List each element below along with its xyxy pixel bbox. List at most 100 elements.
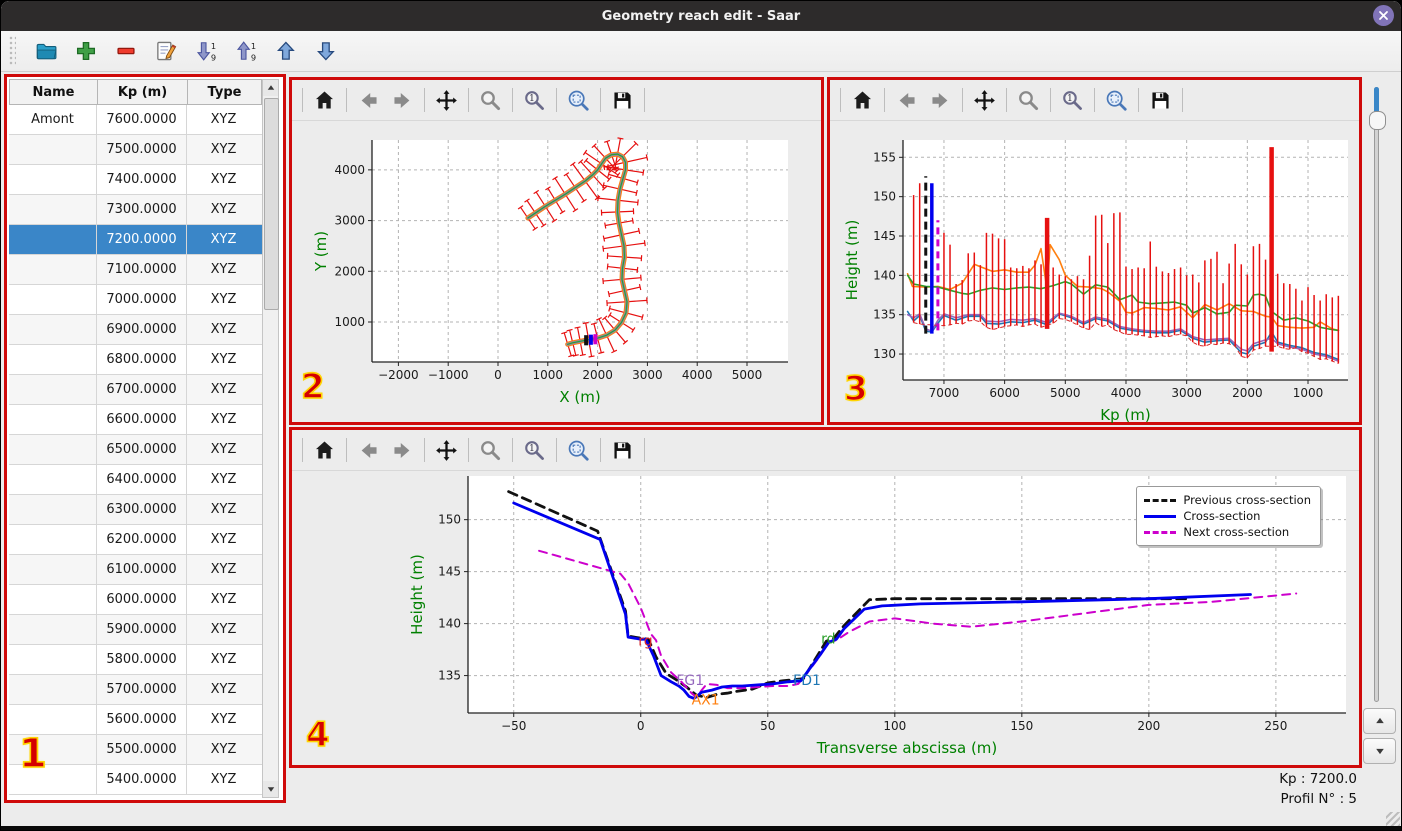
table-cell-kp: 6000.0000	[97, 585, 187, 614]
table-header: Name Kp (m) Type	[9, 79, 262, 105]
pan-button[interactable]	[434, 438, 459, 463]
toolbar-grip-handle[interactable]	[9, 36, 16, 66]
save-button[interactable]	[1148, 88, 1173, 113]
table-row[interactable]: 7200.0000 XYZ	[9, 225, 262, 255]
forward-button[interactable]	[390, 88, 415, 113]
zoom-rect-icon	[1106, 89, 1127, 111]
table-cell-name	[9, 675, 97, 704]
zoom-button[interactable]	[478, 88, 503, 113]
back-button[interactable]	[356, 88, 381, 113]
table-row[interactable]: 6000.0000 XYZ	[9, 585, 262, 615]
table-cell-type: XYZ	[210, 442, 237, 457]
svg-text:rd: rd	[821, 631, 835, 647]
table-row[interactable]: 7500.0000 XYZ	[9, 135, 262, 165]
table-row[interactable]: 7100.0000 XYZ	[9, 255, 262, 285]
table-row[interactable]: 6600.0000 XYZ	[9, 405, 262, 435]
table-row[interactable]: 7400.0000 XYZ	[9, 165, 262, 195]
table-cell-name	[9, 165, 97, 194]
scroll-down-button[interactable]	[263, 781, 278, 797]
table-row[interactable]: 5900.0000 XYZ	[9, 615, 262, 645]
toolbar-separator	[884, 88, 885, 112]
open-file-icon	[36, 43, 57, 60]
add-profile-icon	[76, 41, 96, 61]
zoom-button[interactable]	[478, 438, 503, 463]
table-row[interactable]: 6400.0000 XYZ	[9, 465, 262, 495]
zoom-rect-button[interactable]	[566, 88, 591, 113]
save-button[interactable]	[610, 88, 635, 113]
title-bar[interactable]: Geometry reach edit - Saar	[1, 1, 1401, 31]
remove-profile-button[interactable]	[114, 39, 138, 63]
table-row[interactable]: 6200.0000 XYZ	[9, 525, 262, 555]
close-button[interactable]	[1373, 5, 1394, 26]
plan-view-chart[interactable]: −2000 −1000 0 1000 2000 3000 4000 5000 1000 2000 3…	[292, 121, 821, 423]
triangle-up-icon	[267, 85, 274, 90]
toolbar-separator	[424, 438, 425, 462]
open-file-button[interactable]	[34, 39, 58, 63]
table-row[interactable]: 5800.0000 XYZ	[9, 645, 262, 675]
table-row[interactable]: 6800.0000 XYZ	[9, 345, 262, 375]
svg-text:0: 0	[494, 368, 502, 382]
table-cell-type: XYZ	[210, 172, 237, 187]
table-row[interactable]: 7300.0000 XYZ	[9, 195, 262, 225]
profile-slider[interactable]	[1368, 87, 1386, 702]
edit-profile-button[interactable]	[154, 39, 178, 63]
longitudinal-panel: 7000 6000 5000 4000 3000 2000 1000 130 135 140 145…	[827, 77, 1362, 425]
scroll-up-button[interactable]	[263, 80, 278, 96]
sort-ascending-button[interactable]	[234, 39, 258, 63]
svg-text:5000: 5000	[732, 368, 763, 382]
table-cell-type: XYZ	[210, 502, 237, 517]
table-cell-type: XYZ	[210, 382, 237, 397]
move-down-button[interactable]	[314, 39, 338, 63]
zoom-rect-button[interactable]	[1104, 88, 1129, 113]
header-kp[interactable]: Kp (m)	[98, 80, 188, 104]
table-cell-kp: 7000.0000	[97, 285, 187, 314]
sort-descending-button[interactable]	[194, 39, 218, 63]
table-row[interactable]: 6100.0000 XYZ	[9, 555, 262, 585]
back-button[interactable]	[894, 88, 919, 113]
slider-track[interactable]	[1374, 87, 1379, 702]
table-scrollbar[interactable]	[262, 79, 279, 798]
longitudinal-chart[interactable]: 7000 6000 5000 4000 3000 2000 1000 130 135 140 145…	[830, 121, 1359, 423]
header-type[interactable]: Type	[188, 80, 261, 104]
table-cell-name	[9, 315, 97, 344]
zoom-one-button[interactable]	[1060, 88, 1085, 113]
table-row[interactable]: 6700.0000 XYZ	[9, 375, 262, 405]
zoom-one-button[interactable]	[522, 88, 547, 113]
scrollbar-thumb[interactable]	[264, 98, 279, 310]
zoom-button[interactable]	[1016, 88, 1041, 113]
toolbar-separator	[556, 438, 557, 462]
pan-button[interactable]	[972, 88, 997, 113]
zoom-icon	[480, 90, 501, 110]
table-row[interactable]: 6900.0000 XYZ	[9, 315, 262, 345]
table-cell-type: XYZ	[210, 262, 237, 277]
table-row[interactable]: 6500.0000 XYZ	[9, 435, 262, 465]
home-button[interactable]	[312, 88, 337, 113]
save-button[interactable]	[610, 438, 635, 463]
home-button[interactable]	[850, 88, 875, 113]
pan-button[interactable]	[434, 88, 459, 113]
toolbar-separator	[1094, 88, 1095, 112]
back-icon	[899, 92, 915, 108]
zoom-rect-button[interactable]	[566, 438, 591, 463]
resize-grip[interactable]	[1386, 812, 1400, 826]
slider-handle[interactable]	[1369, 111, 1386, 130]
forward-icon	[394, 92, 410, 108]
previous-profile-button[interactable]	[1363, 708, 1396, 734]
table-row[interactable]: 7000.0000 XYZ	[9, 285, 262, 315]
header-name[interactable]: Name	[10, 80, 98, 104]
next-profile-button[interactable]	[1363, 738, 1396, 764]
save-icon	[614, 91, 631, 109]
add-profile-button[interactable]	[74, 39, 98, 63]
table-row[interactable]: 5700.0000 XYZ	[9, 675, 262, 705]
svg-text:−2000: −2000	[378, 368, 419, 382]
move-up-button[interactable]	[274, 39, 298, 63]
table-row[interactable]: Amont 7600.0000 XYZ	[9, 105, 262, 135]
table-cell-type: XYZ	[210, 682, 237, 697]
zoom-one-button[interactable]	[522, 438, 547, 463]
forward-button[interactable]	[390, 438, 415, 463]
back-button[interactable]	[356, 438, 381, 463]
home-button[interactable]	[312, 438, 337, 463]
table-row[interactable]: 6300.0000 XYZ	[9, 495, 262, 525]
back-icon	[361, 442, 377, 458]
forward-button[interactable]	[928, 88, 953, 113]
